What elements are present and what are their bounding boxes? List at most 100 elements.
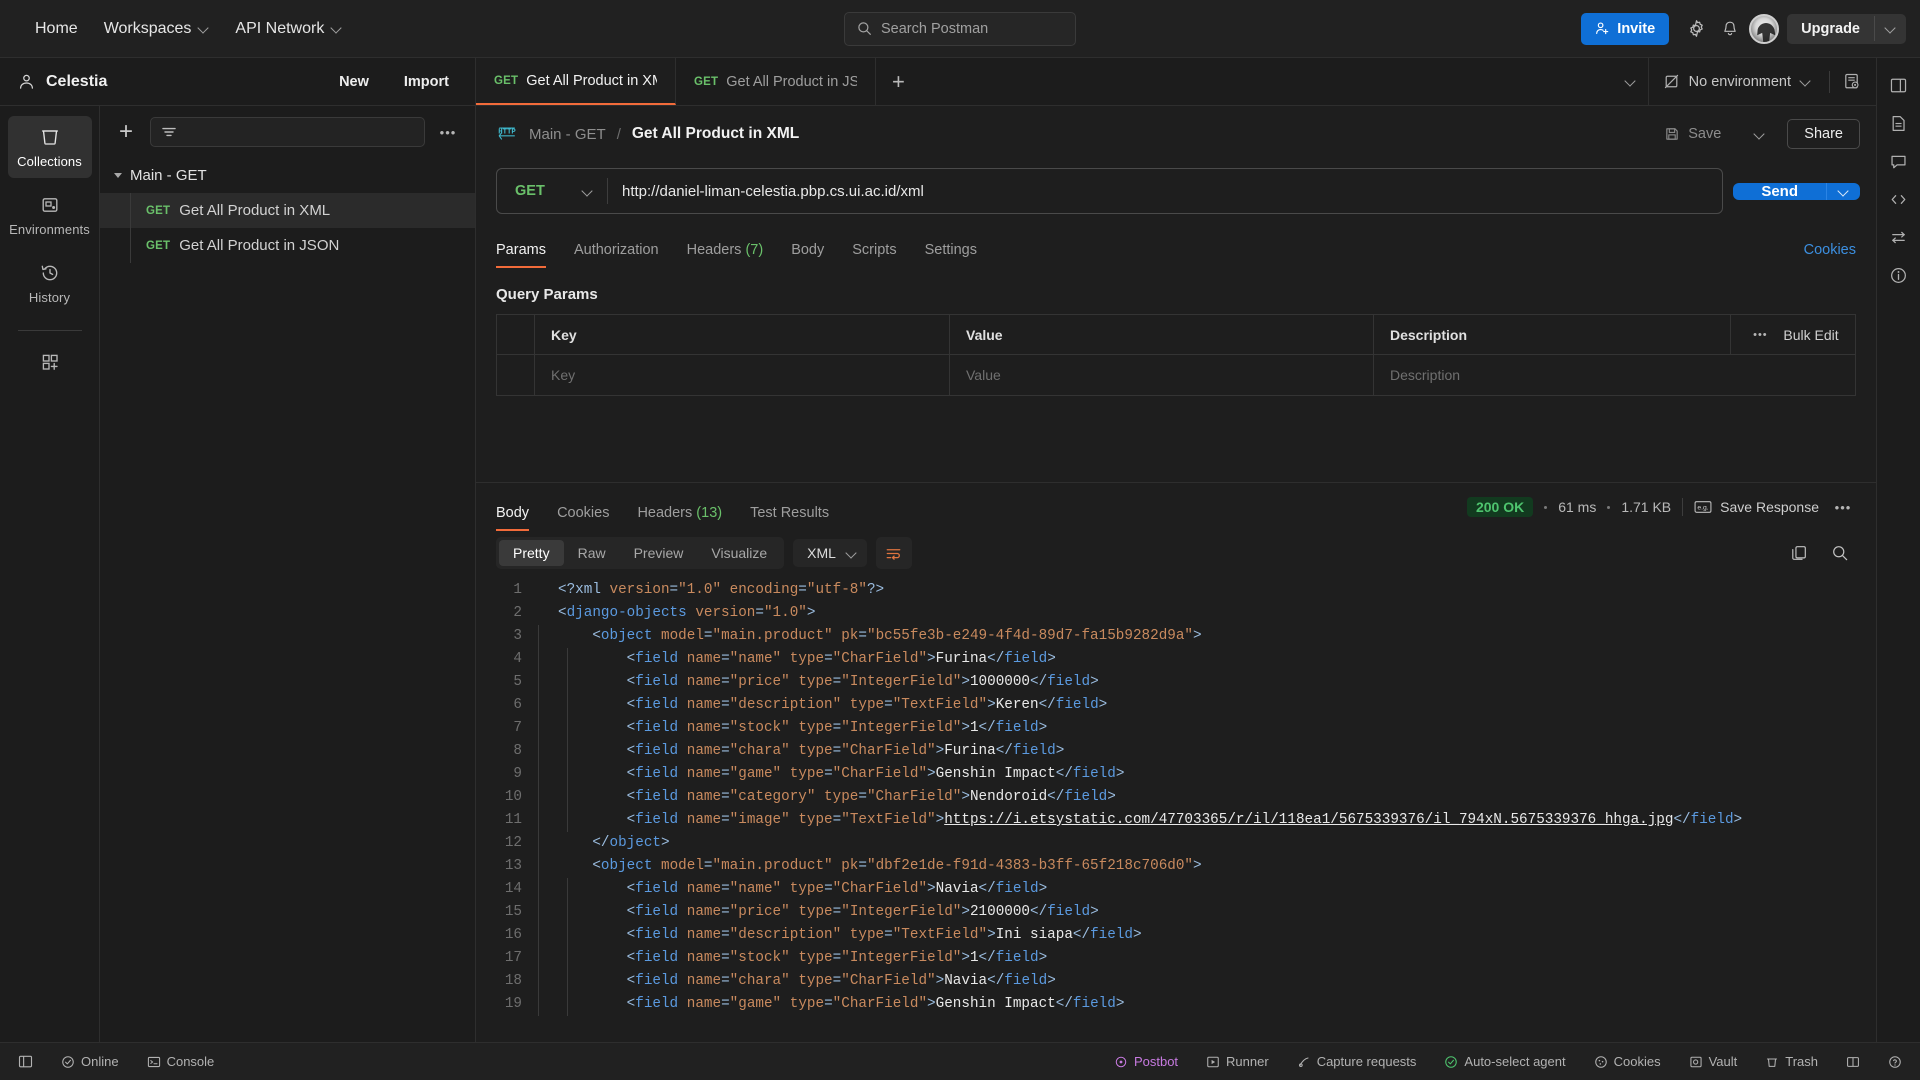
tab-authorization[interactable]: Authorization [560,242,673,268]
list-item[interactable]: GET Get All Product in JSON [100,228,475,263]
http-method-selector[interactable]: GET [497,183,607,199]
key-input-placeholder[interactable]: Key [551,367,575,383]
settings-button[interactable] [1679,12,1713,46]
upgrade-dropdown-button[interactable] [1874,16,1906,41]
code-token [678,766,687,782]
code-token: "CharField" [833,881,927,897]
documentation-icon[interactable] [1882,106,1916,140]
code-token: field [1073,996,1116,1012]
meta-separator-dot [1544,506,1547,509]
save-dropdown-button[interactable] [1742,117,1776,151]
sidebar-item-history[interactable]: History [8,252,92,314]
tab-get-all-product-in-xml[interactable]: GET Get All Product in XML [476,58,676,105]
tab-params[interactable]: Params [496,242,560,268]
code-line-content: </object> [538,832,1876,855]
import-button[interactable]: Import [392,68,461,96]
tab-settings[interactable]: Settings [911,242,991,268]
two-pane-view-button[interactable] [1840,1051,1866,1073]
info-icon[interactable] [1882,258,1916,292]
trash-button[interactable]: Trash [1759,1050,1824,1073]
sidebar-item-collections[interactable]: Collections [8,116,92,178]
send-dropdown-button[interactable] [1826,183,1860,200]
url-input[interactable]: http://daniel-liman-celestia.pbp.cs.ui.a… [608,183,1722,200]
help-button[interactable] [1882,1051,1908,1073]
tab-test-results[interactable]: Test Results [736,505,843,531]
sidebar-item-add-module[interactable] [8,341,92,382]
table-more-button[interactable]: ••• [1747,322,1773,348]
vault-button[interactable]: Vault [1683,1050,1744,1073]
code-token: field [1004,651,1047,667]
save-response-button[interactable]: e.g. Save Response [1694,499,1819,515]
line-number: 6 [476,694,538,717]
nav-workspaces[interactable]: Workspaces [91,13,223,45]
environment-selector[interactable]: No environment [1648,58,1825,105]
cookies-button[interactable]: Cookies [1588,1050,1667,1073]
auto-select-agent-button[interactable]: Auto-select agent [1438,1050,1571,1073]
nav-home[interactable]: Home [22,13,91,45]
response-more-button[interactable]: ••• [1830,494,1856,520]
search-input[interactable]: Search Postman [844,12,1076,46]
comments-icon[interactable] [1882,144,1916,178]
code-line: 6 <field name="description" type="TextFi… [476,694,1876,717]
tab-body[interactable]: Body [777,242,838,268]
tab-list-dropdown-button[interactable] [1614,65,1648,99]
nav-api-network[interactable]: API Network [222,13,355,45]
breadcrumb-parent[interactable]: Main - GET [529,126,606,143]
code-token: "main.product" [713,628,833,644]
layout-toggle-icon[interactable] [1882,68,1916,102]
list-item[interactable]: GET Get All Product in XML [100,193,475,228]
cookies-link[interactable]: Cookies [1804,242,1856,268]
upgrade-button[interactable]: Upgrade [1787,14,1874,44]
view-mode-pretty[interactable]: Pretty [499,540,564,566]
code-line-content: <field name="price" type="IntegerField">… [538,671,1876,694]
code-link[interactable]: https://i.etsystatic.com/47703365/r/il/1… [944,812,1673,828]
console-button[interactable]: Console [141,1050,221,1073]
nav-workspaces-label: Workspaces [104,20,192,38]
copy-response-button[interactable] [1783,537,1815,569]
tab-get-all-product-in-json[interactable]: GET Get All Product in JSON [676,58,876,105]
wrap-lines-button[interactable] [876,537,912,569]
runner-button[interactable]: Runner [1200,1050,1275,1073]
view-mode-raw[interactable]: Raw [564,540,620,566]
sidebar-item-environments[interactable]: Environments [8,184,92,246]
description-input-placeholder[interactable]: Description [1390,367,1460,383]
environment-quicklook-button[interactable] [1834,65,1868,99]
code-token [678,651,687,667]
notifications-button[interactable] [1713,12,1747,46]
tab-response-cookies[interactable]: Cookies [543,505,623,531]
share-button[interactable]: Share [1787,119,1860,149]
view-mode-preview[interactable]: Preview [620,540,698,566]
invite-button[interactable]: Invite [1581,13,1669,45]
code-token: object [601,628,652,644]
online-status[interactable]: Online [55,1050,125,1073]
save-button[interactable]: Save [1654,120,1731,148]
response-format-selector[interactable]: XML [793,539,867,567]
collections-filter-input[interactable] [150,117,425,147]
flows-icon[interactable] [1882,220,1916,254]
tab-headers[interactable]: Headers (7) [673,242,778,268]
code-snippet-icon[interactable] [1882,182,1916,216]
collection-folder-row[interactable]: Main - GET [100,158,475,193]
value-input-placeholder[interactable]: Value [966,367,1001,383]
postbot-button[interactable]: Postbot [1108,1050,1184,1073]
code-token: "dbf2e1de-f91d-4383-b3ff-65f218c706d0" [867,858,1193,874]
user-avatar-button[interactable] [1747,12,1781,46]
response-body-code[interactable]: 1<?xml version="1.0" encoding="utf-8"?>2… [476,579,1876,1042]
code-token: = [721,697,730,713]
new-tab-button[interactable]: + [876,58,921,105]
view-mode-visualize[interactable]: Visualize [697,540,781,566]
add-collection-button[interactable]: + [112,118,140,146]
collections-more-button[interactable]: ••• [435,119,461,145]
new-button[interactable]: New [327,68,381,96]
sidebar-toggle-button[interactable] [12,1050,39,1073]
capture-requests-button[interactable]: Capture requests [1291,1050,1423,1073]
code-token: "image" [730,812,790,828]
bulk-edit-button[interactable]: Bulk Edit [1783,327,1838,343]
send-button[interactable]: Send [1733,183,1826,200]
select-all-checkbox-cell[interactable] [497,315,535,354]
tab-response-body[interactable]: Body [496,505,543,531]
search-response-button[interactable] [1824,537,1856,569]
tab-scripts[interactable]: Scripts [838,242,910,268]
tab-response-headers[interactable]: Headers (13) [623,505,736,531]
row-checkbox-cell[interactable] [497,355,535,395]
